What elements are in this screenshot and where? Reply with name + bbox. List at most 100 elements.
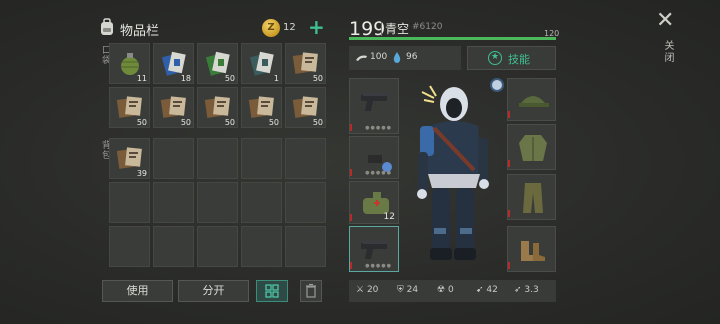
equip-slot-left[interactable]: 12	[349, 181, 399, 224]
recipe-book-icon	[292, 96, 318, 118]
skills-button[interactable]: ★ 技能	[467, 46, 556, 70]
equip-slot-left[interactable]: ●●●●●	[349, 78, 399, 134]
defense-stat: ⛨ 24	[397, 285, 418, 295]
inventory-slot[interactable]: 50	[285, 43, 326, 84]
hp-bar-fill	[349, 37, 556, 40]
inventory-slot[interactable]	[241, 138, 282, 179]
close-button[interactable]: ✕	[656, 10, 678, 32]
quality-dots: ●●●●●	[365, 263, 392, 269]
use-button[interactable]: 使用	[102, 280, 173, 302]
attack-value: 20	[366, 285, 379, 295]
player-character	[417, 85, 489, 260]
item-count: 50	[224, 74, 235, 83]
backpack-icon	[101, 18, 113, 35]
player-id: #6120	[412, 22, 443, 32]
water-drop-icon	[393, 52, 401, 63]
inventory-slot[interactable]	[153, 138, 194, 179]
green-item-box-icon	[205, 51, 230, 76]
inventory-slot[interactable]: 1	[241, 43, 282, 84]
inventory-slot[interactable]: 50	[197, 43, 238, 84]
player-name: 青空	[385, 22, 410, 36]
grid-icon	[265, 284, 279, 298]
split-button[interactable]: 分开	[178, 280, 249, 302]
food-value: 100	[370, 52, 388, 62]
teal-item-box-icon	[249, 51, 274, 76]
quality-dots: ●●●●●	[365, 170, 392, 176]
inventory-slot[interactable]: 50	[153, 87, 194, 128]
coin-count: 12	[283, 22, 296, 33]
speed-stat: ➹ 42	[476, 285, 498, 295]
inventory-slot[interactable]	[197, 226, 238, 267]
pistol-icon	[361, 241, 387, 259]
star-icon: ★	[488, 51, 502, 65]
add-coins-button[interactable]: +	[308, 17, 326, 37]
recipe-book-icon	[248, 96, 274, 118]
backpack-grid: 39	[109, 138, 326, 267]
inventory-slot[interactable]: 50	[285, 87, 326, 128]
item-count: 39	[136, 169, 147, 178]
inventory-slot[interactable]	[241, 226, 282, 267]
recipe-book-icon	[116, 96, 142, 118]
sword-icon: ⚔	[356, 285, 365, 295]
inventory-slot[interactable]: 11	[109, 43, 150, 84]
inventory-slot[interactable]: 50	[197, 87, 238, 128]
grenade-icon	[121, 53, 139, 75]
durability-mark	[350, 124, 352, 131]
durability-mark	[350, 214, 352, 221]
inventory-slot[interactable]: 50	[241, 87, 282, 128]
inventory-slot[interactable]	[153, 182, 194, 223]
stealth-icon: ➶	[514, 285, 522, 295]
durability-mark	[350, 262, 352, 269]
hp-bar	[349, 37, 556, 40]
inventory-slot[interactable]	[109, 226, 150, 267]
inventory-slot[interactable]: 18	[153, 43, 194, 84]
skills-label: 技能	[508, 53, 530, 66]
equip-slot-right[interactable]	[507, 78, 556, 121]
durability-mark	[508, 160, 510, 167]
inventory-slot[interactable]	[109, 182, 150, 223]
inventory-title: 物品栏	[120, 24, 160, 39]
inventory-slot[interactable]	[285, 226, 326, 267]
durability-mark	[508, 111, 510, 118]
radiation-icon: ☢	[437, 285, 446, 295]
equip-slot-left[interactable]: ●●●●●	[349, 136, 399, 179]
recipe-book-icon	[292, 52, 318, 74]
radiation-stat: ☢ 0	[437, 285, 454, 295]
equip-slot-left[interactable]: ●●●●●	[349, 226, 399, 272]
cap-icon	[519, 96, 549, 107]
inventory-slot[interactable]	[241, 182, 282, 223]
boots-icon	[521, 241, 545, 261]
inventory-slot[interactable]: 50	[109, 87, 150, 128]
item-count: 50	[312, 118, 323, 127]
recipe-book-icon	[204, 96, 230, 118]
header-divider	[381, 22, 382, 36]
shield-icon: ⛨	[397, 285, 404, 295]
equip-slot-right[interactable]	[507, 174, 556, 220]
item-count: 50	[136, 118, 147, 127]
inventory-slot[interactable]: 39	[109, 138, 150, 179]
stealth-stat: ➶ 3.3	[514, 285, 539, 295]
radiation-value: 0	[447, 285, 454, 295]
defense-value: 24	[406, 285, 419, 295]
stealth-value: 3.3	[524, 285, 539, 295]
inventory-slot[interactable]	[285, 138, 326, 179]
inventory-slot[interactable]	[285, 182, 326, 223]
running-icon: ➹	[476, 285, 484, 295]
quality-dots: ●●●●●	[365, 125, 392, 131]
equip-slot-right[interactable]	[507, 226, 556, 272]
trash-button[interactable]	[300, 280, 322, 302]
item-count: 12	[383, 212, 395, 222]
sort-grid-button[interactable]	[256, 280, 288, 302]
inventory-slot[interactable]	[153, 226, 194, 267]
pistol-icon	[361, 93, 387, 111]
coin-icon: Z	[262, 19, 280, 37]
durability-mark	[508, 262, 510, 269]
inventory-slot[interactable]	[197, 182, 238, 223]
item-count: 11	[136, 74, 147, 83]
food-icon	[356, 55, 367, 61]
water-value: 96	[406, 52, 418, 62]
inventory-slot[interactable]	[197, 138, 238, 179]
equip-slot-right[interactable]	[507, 124, 556, 170]
close-label: 关闭	[662, 40, 673, 64]
item-count: 18	[180, 74, 191, 83]
